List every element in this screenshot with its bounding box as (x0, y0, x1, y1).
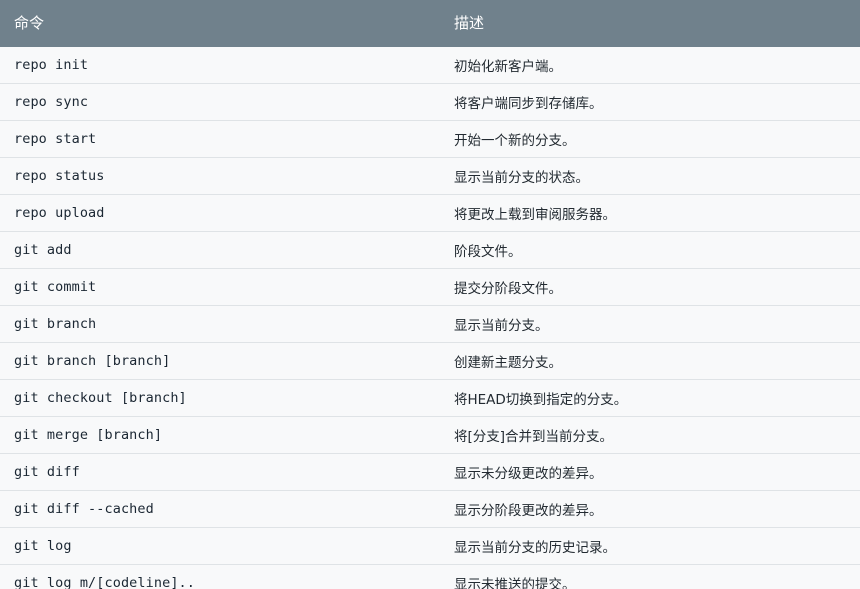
table-row: git diff --cached 显示分阶段更改的差异。 (0, 490, 860, 528)
table-header-row: 命令 描述 (0, 0, 860, 47)
description-cell: 显示未分级更改的差异。 (440, 453, 860, 491)
table-row: repo status 显示当前分支的状态。 (0, 157, 860, 195)
command-cell: repo init (0, 47, 440, 84)
table-row: git log m/[codeline].. 显示未推送的提交。 (0, 564, 860, 589)
command-cell: git merge [branch] (0, 416, 440, 454)
table-body: repo init 初始化新客户端。 repo sync 将客户端同步到存储库。 rep… (0, 47, 860, 589)
description-cell: 将HEAD切换到指定的分支。 (440, 379, 860, 417)
table-row: git log 显示当前分支的历史记录。 (0, 527, 860, 565)
description-cell: 将客户端同步到存储库。 (440, 83, 860, 121)
description-cell: 创建新主题分支。 (440, 342, 860, 380)
table-row: repo sync 将客户端同步到存储库。 (0, 83, 860, 121)
command-cell: repo upload (0, 194, 440, 232)
command-cell: git log m/[codeline].. (0, 564, 440, 589)
description-cell: 显示当前分支的状态。 (440, 157, 860, 195)
command-reference-table-container: ps://blog.csdn.net/u011391629 命令 描述 repo… (0, 0, 860, 589)
column-header-command: 命令 (0, 0, 440, 47)
command-cell: repo status (0, 157, 440, 195)
command-cell: repo start (0, 120, 440, 158)
description-cell: 将更改上载到审阅服务器。 (440, 194, 860, 232)
command-reference-table: 命令 描述 repo init 初始化新客户端。 repo sync 将客户端同步到存… (0, 0, 860, 589)
table-header: 命令 描述 (0, 0, 860, 47)
command-cell: repo sync (0, 83, 440, 121)
command-cell: git commit (0, 268, 440, 306)
command-cell: git add (0, 231, 440, 269)
table-row: git diff 显示未分级更改的差异。 (0, 453, 860, 491)
command-cell: git branch [branch] (0, 342, 440, 380)
command-cell: git diff --cached (0, 490, 440, 528)
table-row: git commit 提交分阶段文件。 (0, 268, 860, 306)
description-cell: 开始一个新的分支。 (440, 120, 860, 158)
command-cell: git log (0, 527, 440, 565)
table-row: git checkout [branch] 将HEAD切换到指定的分支。 (0, 379, 860, 417)
table-row: repo upload 将更改上载到审阅服务器。 (0, 194, 860, 232)
description-cell: 提交分阶段文件。 (440, 268, 860, 306)
description-cell: 将[分支]合并到当前分支。 (440, 416, 860, 454)
command-cell: git checkout [branch] (0, 379, 440, 417)
table-row: repo start 开始一个新的分支。 (0, 120, 860, 158)
table-row: repo init 初始化新客户端。 (0, 47, 860, 84)
command-cell: git branch (0, 305, 440, 343)
description-cell: 显示未推送的提交。 (440, 564, 860, 589)
description-cell: 初始化新客户端。 (440, 47, 860, 84)
description-cell: 显示当前分支的历史记录。 (440, 527, 860, 565)
table-row: git merge [branch] 将[分支]合并到当前分支。 (0, 416, 860, 454)
table-row: git branch 显示当前分支。 (0, 305, 860, 343)
description-cell: 显示当前分支。 (440, 305, 860, 343)
description-cell: 显示分阶段更改的差异。 (440, 490, 860, 528)
description-cell: 阶段文件。 (440, 231, 860, 269)
table-row: git branch [branch] 创建新主题分支。 (0, 342, 860, 380)
table-row: git add 阶段文件。 (0, 231, 860, 269)
column-header-description: 描述 (440, 0, 860, 47)
command-cell: git diff (0, 453, 440, 491)
